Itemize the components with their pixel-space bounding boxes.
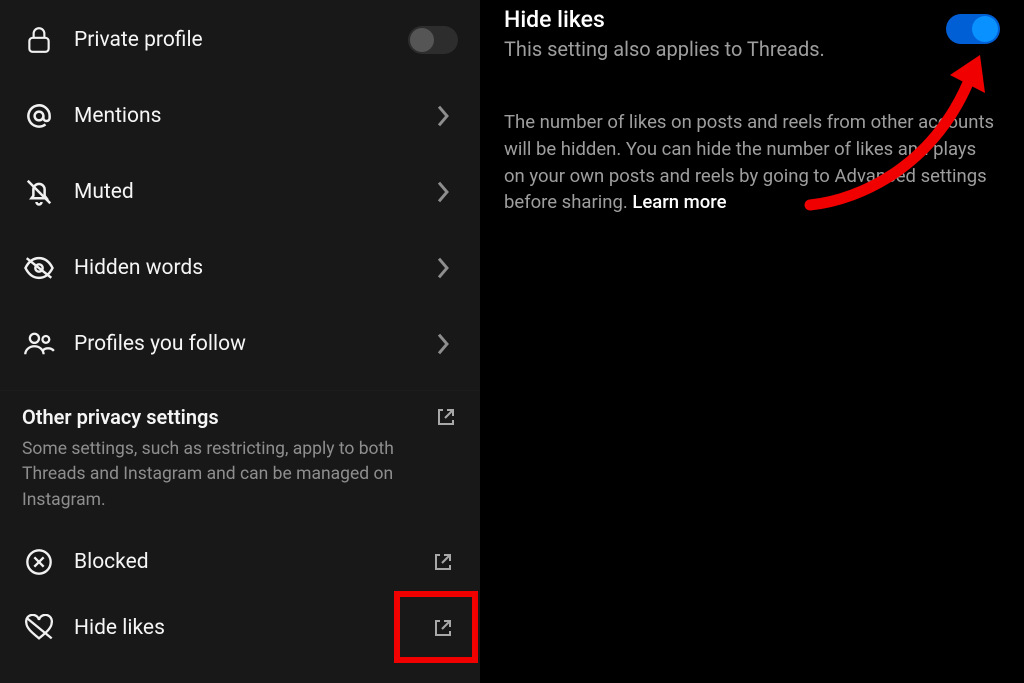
row-muted[interactable]: Muted [0, 154, 480, 230]
page-title: Hide likes [504, 6, 825, 33]
private-profile-toggle[interactable] [408, 25, 458, 55]
body-text: The number of likes on posts and reels f… [504, 111, 994, 213]
external-link-icon[interactable] [434, 405, 458, 429]
row-blocked[interactable]: Blocked [0, 531, 480, 593]
at-sign-icon [22, 99, 56, 133]
bell-off-icon [22, 175, 56, 209]
row-label: Hidden words [74, 256, 428, 280]
row-hide-likes[interactable]: Hide likes [0, 593, 480, 663]
x-circle-icon [22, 545, 56, 579]
chevron-right-icon [428, 101, 458, 131]
external-link-icon [428, 613, 458, 643]
detail-body: The number of likes on posts and reels f… [504, 109, 1000, 216]
row-label: Blocked [74, 550, 428, 574]
row-label: Muted [74, 180, 428, 204]
row-hidden-words[interactable]: Hidden words [0, 230, 480, 306]
lock-icon [22, 23, 56, 57]
chevron-right-icon [428, 177, 458, 207]
hide-likes-detail: Hide likes This setting also applies to … [480, 0, 1024, 683]
other-privacy-section: Other privacy settings Some settings, su… [0, 390, 480, 531]
learn-more-link[interactable]: Learn more [632, 191, 726, 213]
chevron-right-icon [428, 329, 458, 359]
row-private-profile[interactable]: Private profile [0, 2, 480, 78]
row-label: Hide likes [74, 616, 428, 640]
row-label: Profiles you follow [74, 332, 428, 356]
heart-off-icon [22, 611, 56, 645]
eye-off-icon [22, 251, 56, 285]
external-link-icon [428, 547, 458, 577]
people-icon [22, 327, 56, 361]
section-desc: Some settings, such as restricting, appl… [22, 437, 412, 513]
row-label: Mentions [74, 104, 428, 128]
row-label: Private profile [74, 28, 408, 52]
hide-likes-toggle[interactable] [946, 14, 1000, 44]
detail-header: Hide likes This setting also applies to … [504, 6, 1000, 61]
privacy-settings-list: Private profile Mentions Muted [0, 0, 480, 683]
row-profiles-you-follow[interactable]: Profiles you follow [0, 306, 480, 382]
section-title: Other privacy settings [22, 405, 458, 429]
page-subtitle: This setting also applies to Threads. [504, 37, 825, 61]
chevron-right-icon [428, 253, 458, 283]
row-mentions[interactable]: Mentions [0, 78, 480, 154]
